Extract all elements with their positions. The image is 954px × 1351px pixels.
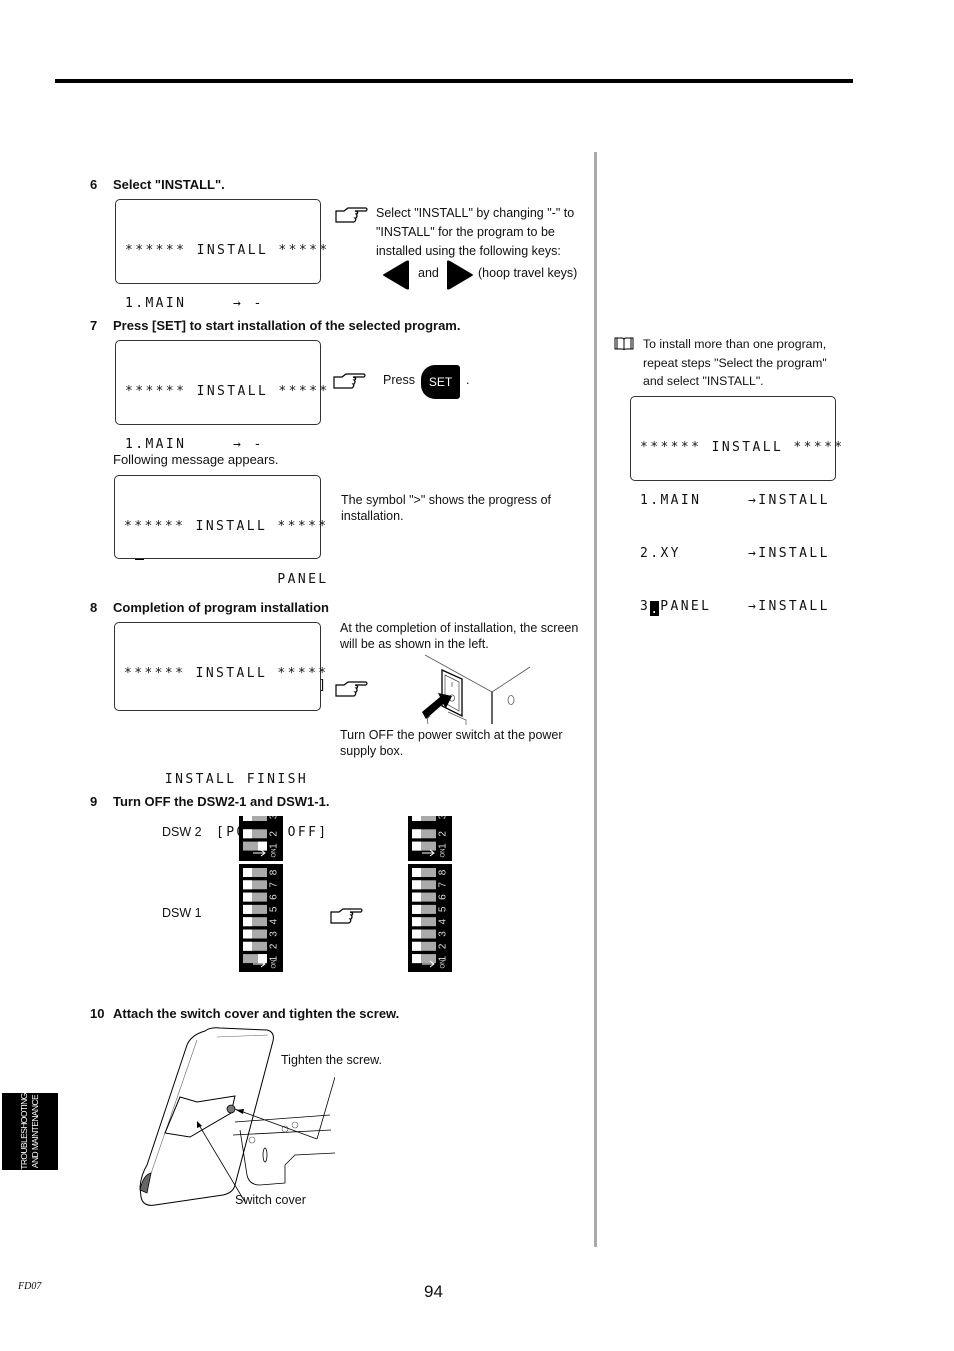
power-off-note: Turn OFF the power switch at the power s… [340, 728, 563, 758]
step-title: Attach the switch cover and tighten the … [113, 1006, 400, 1021]
step-6-heading: 6 Select "INSTALL". [90, 177, 225, 192]
switch-number-label: 2 [438, 943, 449, 949]
following-message-label: Following message appears. [113, 452, 279, 467]
arrow-right-icon: → [748, 598, 759, 614]
step-number: 7 [90, 318, 98, 333]
switch-number-label: 6 [438, 894, 449, 900]
lcd-row: 1.MAIN →INSTALL [640, 492, 830, 508]
switch-number-label: 3 [269, 816, 280, 819]
step6-note: Select "INSTALL" by changing "-" to "INS… [376, 206, 575, 258]
switch-number-label: 7 [269, 882, 280, 888]
right-triangle-key-icon [446, 260, 474, 295]
tighten-screw-callout: Tighten the screw. [281, 1053, 382, 1067]
lcd-screen-installing: ****** INSTALL ***** PANEL INSTALLING [>… [114, 475, 326, 693]
on-label: ON [441, 960, 447, 969]
dip-switch-before: 321ON87654321ON [239, 816, 283, 972]
switch-number-label: 2 [269, 831, 280, 837]
document-code: FD07 [18, 1281, 42, 1292]
lcd-header: ****** INSTALL ***** [125, 384, 330, 400]
column-divider [594, 152, 597, 1247]
lcd-row: 3.PANEL→INSTALL [640, 598, 830, 617]
step-number: 9 [90, 794, 98, 809]
step-title: Completion of program installation [113, 600, 329, 615]
step-number: 10 [90, 1006, 105, 1021]
pointing-hand-icon [335, 207, 369, 225]
pointing-hand-icon [330, 908, 364, 926]
switch-number-label: 1 [269, 843, 280, 849]
arrow-right-icon: → [233, 436, 254, 452]
lcd-row: 1.MAIN → - [125, 436, 264, 452]
dip-bank: 3 2 1ON [408, 816, 452, 861]
switch-number-label: 2 [438, 831, 449, 837]
arrow-right-icon: → [748, 545, 759, 561]
on-label: ON [441, 849, 447, 858]
switch-number-label: 3 [269, 931, 280, 937]
switch-number-label: 4 [438, 918, 449, 924]
step-9-heading: 9 Turn OFF the DSW2-1 and DSW1-1. [90, 794, 329, 809]
switch-number-label: 8 [269, 869, 280, 875]
lcd-screen-step7: ****** INSTALL ***** 1.MAIN→ - 2.XY→ - 3… [115, 340, 330, 561]
hoop-travel-keys-label: (hoop travel keys) [478, 266, 578, 280]
arrow-right-icon: → [748, 492, 759, 508]
lcd-cursor: . [650, 600, 661, 617]
lcd-screen-multi-install: ****** INSTALL ***** 1.MAIN →INSTALL 2.XY… [630, 396, 845, 617]
step-title: Turn OFF the DSW2-1 and DSW1-1. [113, 794, 330, 809]
dip-switch-after: 321ON87654321ON [408, 816, 452, 972]
step-title: Press [SET] to start installation of the… [113, 318, 461, 333]
lcd-row: 2.XY →INSTALL [640, 545, 830, 561]
page-number: 94 [424, 1282, 443, 1301]
step-title: Select "INSTALL". [113, 177, 225, 192]
press-suffix: . [466, 373, 470, 387]
multi-install-note: To install more than one program, repeat… [643, 337, 827, 388]
switch-number-label: 1 [438, 843, 449, 849]
dip-bank: 3 2 1ON [239, 816, 283, 861]
section-side-tab: TROUBLESHOOTING AND MAINTENANCE [2, 1093, 58, 1170]
step-7-heading: 7 Press [SET] to start installation of th… [90, 318, 460, 333]
on-label: ON [272, 849, 278, 858]
dip-switch-3[interactable]: 3 [243, 816, 280, 821]
switch-number-label: 5 [269, 906, 280, 912]
switch-number-label: 3 [438, 931, 449, 937]
pointing-hand-icon [333, 373, 367, 391]
lcd-header: ****** INSTALL ***** [125, 243, 330, 259]
book-icon [614, 337, 634, 356]
lcd-screen-finish: ****** INSTALL ***** INSTALL FINISH [POW… [114, 622, 326, 840]
lcd-screen-step6: ****** INSTALL ***** 1.MAIN→ - 2.XY→ - 3… [115, 199, 330, 420]
dip-bank: 87654321ON [408, 864, 452, 972]
step-number: 6 [90, 177, 98, 192]
completion-note: At the completion of installation, the s… [340, 621, 579, 651]
switch-number-label: 2 [269, 943, 280, 949]
dip-bank: 87654321ON [239, 864, 283, 972]
switch-number-label: 3 [438, 816, 449, 819]
switch-number-label: 4 [269, 918, 280, 924]
switch-number-label: 6 [269, 894, 280, 900]
step-8-heading: 8 Completion of program installation [90, 600, 329, 615]
press-label: Press [383, 373, 415, 387]
on-label: ON [272, 960, 278, 969]
switch-number-label: 8 [438, 869, 449, 875]
lcd-header: ****** INSTALL ***** [640, 440, 845, 456]
progress-note: The symbol ">" shows the progress of ins… [341, 493, 552, 523]
switch-number-label: 5 [438, 906, 449, 912]
power-switch-illustration [400, 650, 540, 730]
arrow-right-icon: → [233, 295, 254, 311]
set-key-icon: SET [421, 365, 460, 399]
lcd-row: 1.MAIN → - [125, 295, 264, 311]
step-number: 8 [90, 600, 98, 615]
dsw1-label: DSW 1 [162, 906, 202, 920]
step-10-heading: 10 Attach the switch cover and tighten th… [90, 1006, 399, 1021]
pointing-hand-icon [335, 681, 369, 699]
dip-switch-3[interactable]: 3 [412, 816, 449, 821]
left-triangle-key-icon [382, 260, 410, 295]
keys-and-label: and [418, 266, 439, 280]
dsw2-label: DSW 2 [162, 825, 202, 839]
switch-cover-callout: Switch cover [235, 1193, 306, 1207]
header-rule [55, 79, 853, 83]
switch-number-label: 7 [438, 882, 449, 888]
